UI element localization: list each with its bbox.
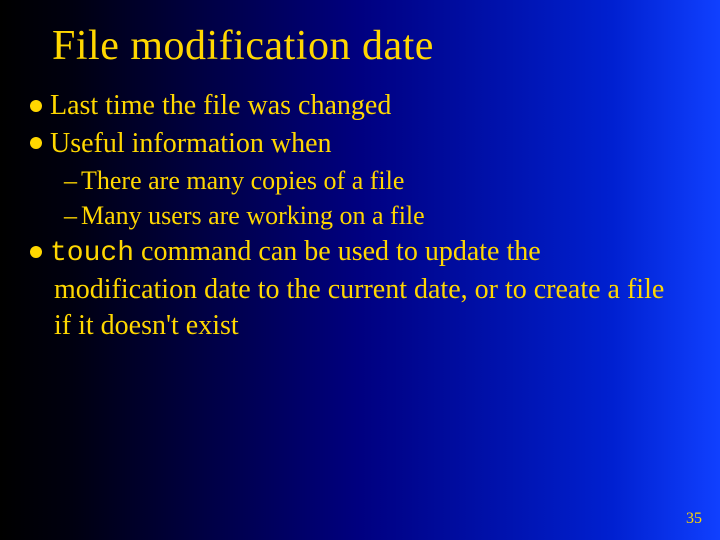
bullet-item: Last time the file was changed xyxy=(30,88,680,124)
sub-bullet-item: –Many users are working on a file xyxy=(30,199,680,232)
bullet-text: Useful information when xyxy=(50,128,332,159)
bullet-item: touch command can be used to update the … xyxy=(30,234,680,343)
bullet-icon xyxy=(30,246,42,258)
bullet-item: Useful information when xyxy=(30,126,680,162)
bullet-text: Last time the file was changed xyxy=(50,90,391,121)
page-number: 35 xyxy=(686,510,702,528)
dash-icon: – xyxy=(64,201,77,230)
bullet-icon xyxy=(30,137,42,149)
sub-bullet-text: There are many copies of a file xyxy=(81,166,404,195)
code-text: touch xyxy=(50,238,134,269)
slide-title: File modification date xyxy=(0,0,720,70)
bullet-text: command can be used to update the modifi… xyxy=(54,236,664,341)
sub-bullet-item: –There are many copies of a file xyxy=(30,164,680,197)
slide-body: Last time the file was changed Useful in… xyxy=(0,70,720,344)
bullet-icon xyxy=(30,100,42,112)
dash-icon: – xyxy=(64,166,77,195)
sub-bullet-text: Many users are working on a file xyxy=(81,201,425,230)
slide: File modification date Last time the fil… xyxy=(0,0,720,540)
